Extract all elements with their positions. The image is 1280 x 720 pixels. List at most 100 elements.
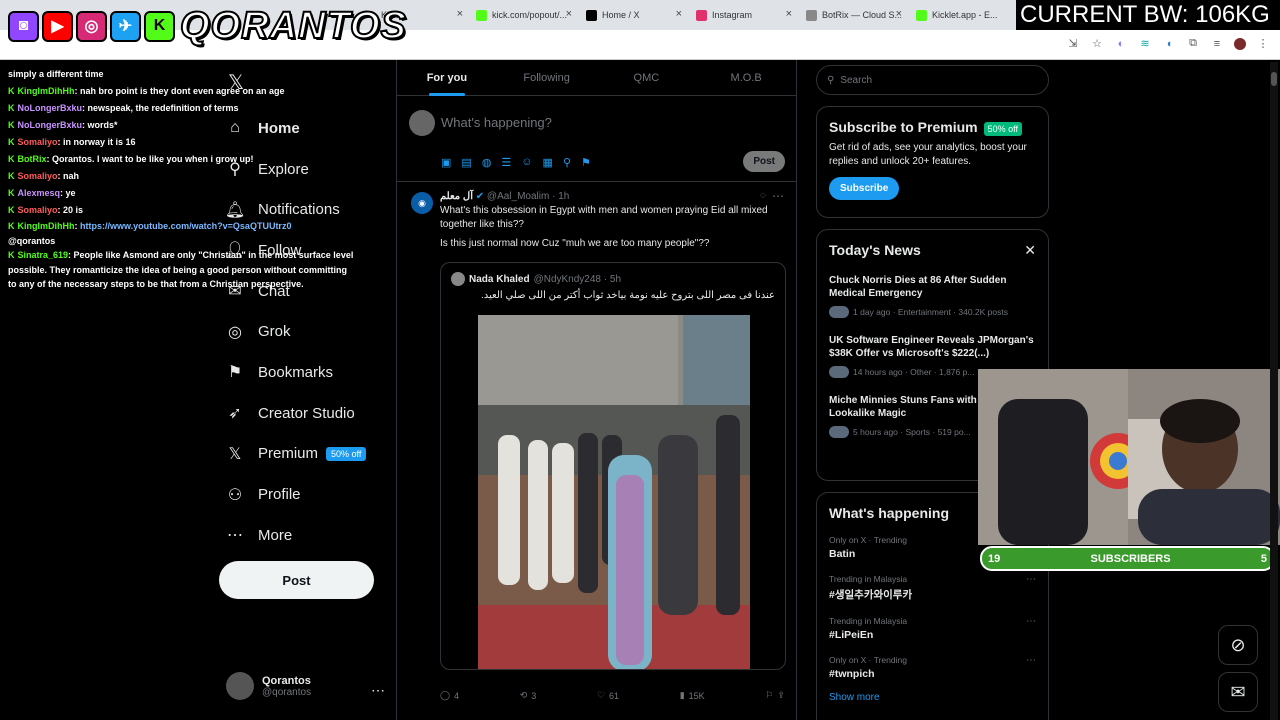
chat-line: simply a different time (8, 69, 104, 79)
news-item[interactable]: Chuck Norris Dies at 86 After Sudden Med… (829, 274, 1036, 318)
nav-item-explore[interactable]: ⚲ Explore (222, 149, 366, 190)
grok-float-button[interactable]: ⊘ (1218, 625, 1258, 665)
more-icon[interactable]: ⋯ (1026, 616, 1036, 627)
botrix-favicon-icon (806, 9, 817, 21)
close-icon[interactable]: × (786, 8, 792, 20)
grok-icon[interactable]: ◍ (482, 156, 492, 169)
install-icon[interactable]: ⇲ (1066, 37, 1080, 50)
avatar: ◉ (411, 192, 433, 214)
extension-icon[interactable]: ◐ (1114, 38, 1128, 50)
flag-icon[interactable]: ⚑ (581, 156, 591, 169)
more-icon[interactable]: ⋯ (1026, 574, 1036, 585)
messages-float-button[interactable]: ✉ (1218, 672, 1258, 712)
subscribe-button[interactable]: Subscribe (829, 177, 900, 200)
webcam-image (978, 369, 1280, 545)
trend-context: Trending in Malaysia (829, 616, 908, 626)
search-input[interactable]: ⚲ Search (816, 65, 1049, 95)
quote-author: Nada Khaled (469, 273, 530, 285)
tab-mob[interactable]: M.O.B (696, 60, 796, 95)
webcam-overlay (978, 369, 1280, 545)
compose-input[interactable]: What's happening? (441, 115, 552, 130)
nav-item-profile[interactable]: ⚇ Profile (222, 474, 366, 515)
kick-badge-icon: K (8, 154, 15, 164)
grok-icon[interactable]: ◌ (760, 190, 766, 201)
quote-video[interactable] (478, 315, 750, 669)
nav-item-premium[interactable]: 𝕏 Premium 50% off (222, 434, 367, 475)
schedule-icon[interactable]: ▦ (543, 156, 553, 169)
extension-icon[interactable]: ≋ (1138, 37, 1152, 50)
browser-tab[interactable]: Home / X × (580, 4, 686, 26)
scrollbar-thumb[interactable] (1271, 72, 1277, 86)
quoted-tweet[interactable]: Nada Khaled @NdyKndy248 · 5h عندنا فى مص… (440, 262, 786, 670)
star-icon[interactable]: ☆ (1090, 37, 1104, 50)
compose-post-button[interactable]: Post (743, 151, 785, 172)
chat-username: Somaliyo (17, 171, 58, 181)
account-handle: @qorantos (262, 686, 312, 698)
chat-username: Alexmesq (17, 188, 61, 198)
nav-item-notifications[interactable]: 🔔︎ Notifications (222, 189, 366, 230)
browser-tab[interactable]: Kicklet.app - E... (910, 4, 1014, 26)
more-icon[interactable]: ⋯ (371, 682, 385, 699)
more-icon[interactable]: ⋯ (772, 189, 784, 203)
rocket-icon: ➶ (228, 405, 242, 423)
tweet-header: آل معلم ✔ @Aal_Moalim · 1h (440, 191, 569, 202)
nav-label: Chat (258, 282, 290, 300)
close-icon[interactable]: ✕ (1024, 242, 1036, 259)
nav-item-follow[interactable]: 👤︎ Follow (222, 230, 366, 271)
scrollbar[interactable] (1270, 62, 1278, 720)
bookmark-icon[interactable]: ⚐ (765, 690, 773, 701)
tab-following[interactable]: Following (497, 60, 597, 95)
extension-icon[interactable]: ◖ (1162, 38, 1176, 50)
close-icon[interactable]: × (457, 8, 463, 20)
close-icon[interactable]: × (566, 8, 572, 20)
screen: Kick × kick.com/popout/... × Home / X × Ins… (0, 0, 1280, 720)
share-icon[interactable]: ⇪ (777, 690, 785, 701)
views-button[interactable]: ▮ 15K (680, 690, 705, 701)
tab-for-you[interactable]: For you (397, 60, 497, 95)
timeline-tabs: For you Following QMC M.O.B (397, 60, 796, 96)
show-more-link[interactable]: Show more (829, 692, 1036, 703)
avatar-stack (829, 306, 849, 318)
emoji-icon[interactable]: ☺ (521, 156, 532, 169)
avatar (409, 110, 435, 136)
kebab-menu-icon[interactable]: ⋮ (1256, 37, 1270, 50)
close-icon[interactable]: × (896, 8, 902, 20)
chat-username: Somaliyo (17, 137, 58, 147)
like-button[interactable]: ♡ 61 (597, 690, 619, 701)
trend-item[interactable]: Only on X · Trending #twnpich ⋯ (829, 655, 1036, 680)
trend-item[interactable]: Trending in Malaysia #생일추카와이루카 ⋯ (829, 574, 1036, 602)
more-icon[interactable]: ⋯ (1026, 655, 1036, 666)
image-icon[interactable]: ▣ (441, 156, 451, 169)
tweet-author-name[interactable]: آل معلم (440, 191, 473, 202)
browser-tab[interactable]: BotRix — Cloud S... × (800, 4, 906, 26)
post-button[interactable]: Post (219, 561, 374, 599)
trend-item[interactable]: Trending in Malaysia #LiPeiEn ⋯ (829, 616, 1036, 641)
location-icon[interactable]: ⚲ (563, 156, 571, 169)
nav-item-grok[interactable]: ◎ Grok (222, 311, 366, 352)
tab-qmc[interactable]: QMC (597, 60, 697, 95)
repost-button[interactable]: ⟲ 3 (520, 690, 537, 701)
tweet-time[interactable]: · 1h (552, 191, 569, 202)
nav-item-creator-studio[interactable]: ➶ Creator Studio (222, 393, 366, 434)
browser-tab[interactable]: kick.com/popout/... × (470, 4, 576, 26)
x-logo-icon[interactable]: 𝕏 (228, 70, 244, 95)
reply-button[interactable]: ◯ 4 (440, 690, 459, 701)
premium-title: Subscribe to Premium 50% off (829, 119, 1036, 136)
browser-tab[interactable]: Instagram × (690, 4, 796, 26)
nav-label: Grok (258, 323, 291, 341)
nav-item-more[interactable]: ⋯ More (222, 515, 366, 556)
news-meta: 5 hours ago · Sports · 519 po... (853, 427, 971, 437)
puzzle-icon[interactable]: ⧉ (1186, 37, 1200, 50)
tweet-handle[interactable]: @Aal_Moalim (487, 191, 549, 202)
x-favicon-icon (586, 9, 597, 21)
left-nav: ⌂ Home ⚲ Explore 🔔︎ Notifications 👤︎ Follow ✉ Cha… (222, 108, 367, 556)
nav-item-home[interactable]: ⌂ Home (222, 108, 366, 149)
avatar[interactable] (1234, 37, 1246, 50)
nav-item-chat[interactable]: ✉ Chat (222, 271, 366, 312)
close-icon[interactable]: × (676, 8, 682, 20)
gif-icon[interactable]: ▤ (461, 156, 471, 169)
nav-item-bookmarks[interactable]: ⚑ Bookmarks (222, 352, 366, 393)
media-icon[interactable]: ≡ (1210, 38, 1224, 50)
poll-icon[interactable]: ☰ (501, 156, 511, 169)
account-switcher[interactable]: Qorantos @qorantos (226, 672, 311, 700)
